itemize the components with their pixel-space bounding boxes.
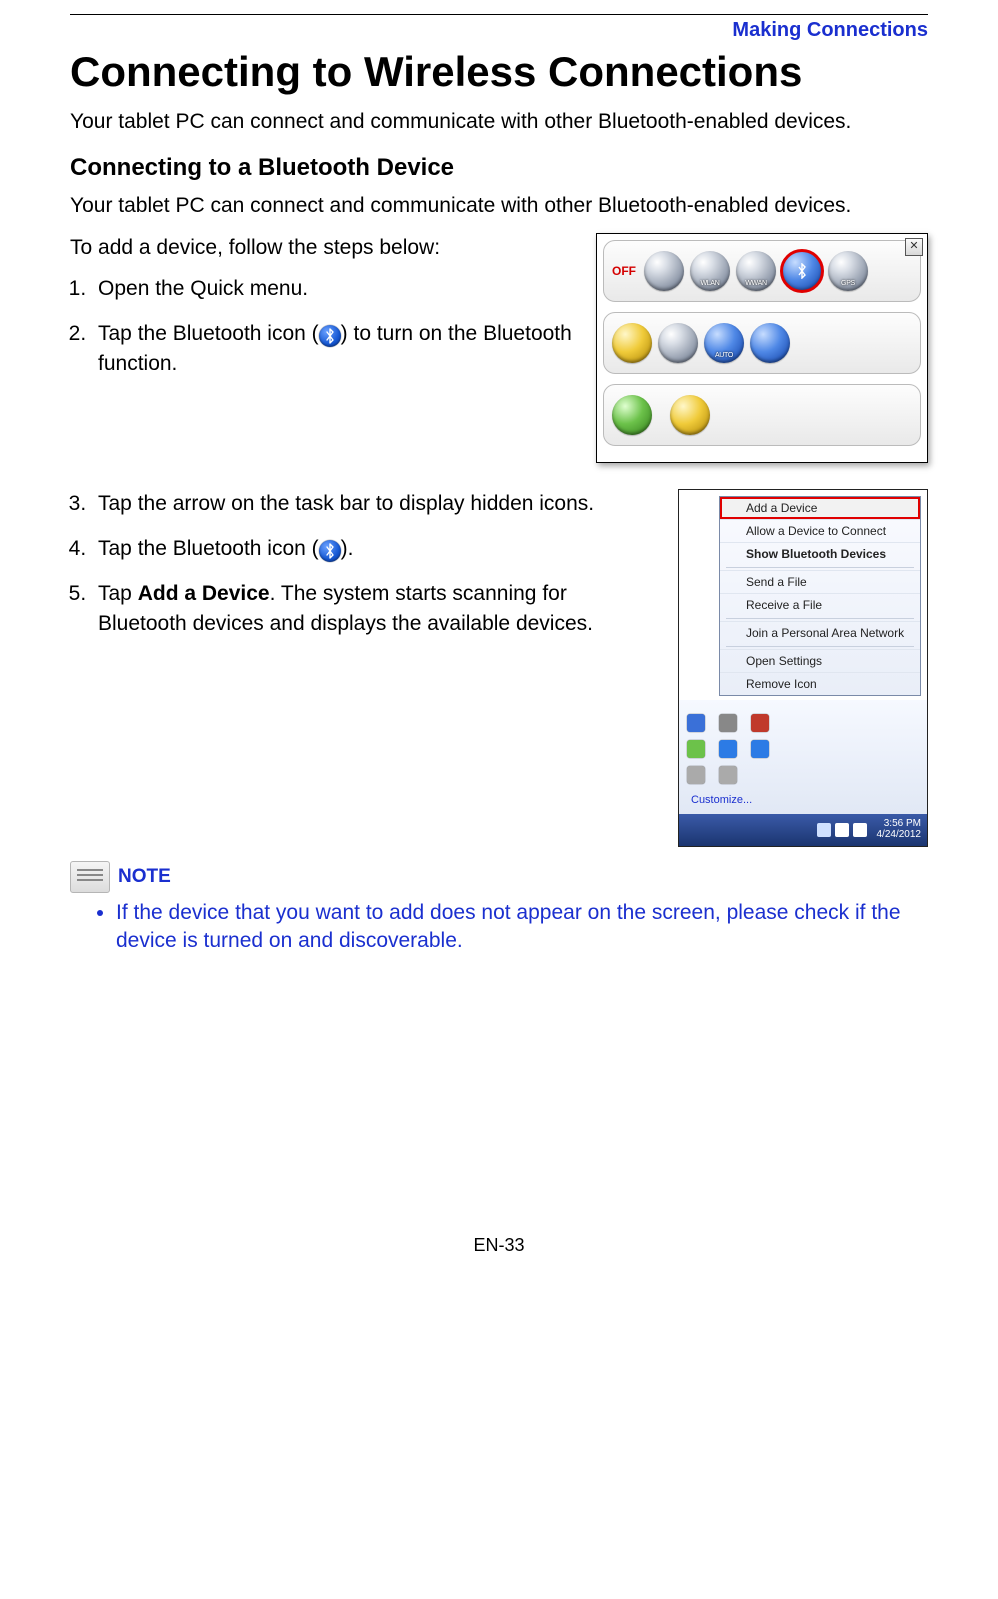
bluetooth-icon bbox=[319, 325, 341, 347]
subheading: Connecting to a Bluetooth Device bbox=[70, 154, 928, 182]
off-label: OFF bbox=[612, 264, 636, 278]
menu-add-device[interactable]: Add a Device bbox=[720, 497, 920, 519]
devices-icon[interactable] bbox=[658, 323, 698, 363]
step-2: Tap the Bluetooth icon () to turn on the… bbox=[92, 319, 578, 378]
bluetooth-toggle-icon[interactable] bbox=[782, 251, 822, 291]
section-label: Making Connections bbox=[70, 19, 928, 42]
taskbar-screenshot: Add a Device Allow a Device to Connect S… bbox=[678, 489, 928, 847]
flag-icon[interactable] bbox=[817, 823, 831, 837]
menu-open-settings[interactable]: Open Settings bbox=[720, 649, 920, 672]
bluetooth-icon bbox=[319, 540, 341, 562]
wwan-icon[interactable]: WWAN bbox=[736, 251, 776, 291]
customize-link[interactable]: Customize... bbox=[687, 788, 919, 808]
bluetooth-context-menu: Add a Device Allow a Device to Connect S… bbox=[719, 496, 921, 696]
close-icon[interactable]: ✕ bbox=[905, 238, 923, 256]
note-label: NOTE bbox=[118, 866, 171, 888]
menu-allow-connect[interactable]: Allow a Device to Connect bbox=[720, 519, 920, 542]
note-icon bbox=[70, 861, 110, 893]
note-item: If the device that you want to add does … bbox=[116, 899, 928, 956]
volume-icon[interactable] bbox=[853, 823, 867, 837]
menu-show-devices[interactable]: Show Bluetooth Devices bbox=[720, 542, 920, 565]
menu-send-file[interactable]: Send a File bbox=[720, 570, 920, 593]
page-number: EN-33 bbox=[70, 1235, 928, 1256]
tray-icon[interactable] bbox=[719, 714, 737, 732]
taskbar: 3:56 PM 4/24/2012 bbox=[679, 814, 927, 846]
brightness-icon[interactable] bbox=[612, 323, 652, 363]
quick-menu-screenshot: ✕ OFF WLAN WWAN GPS AUTO bbox=[596, 233, 928, 463]
tray-icon[interactable] bbox=[719, 766, 737, 784]
info-icon[interactable] bbox=[670, 395, 710, 435]
rotate-icon[interactable] bbox=[750, 323, 790, 363]
sub-intro-text: Your tablet PC can connect and communica… bbox=[70, 192, 928, 220]
gps-icon[interactable]: GPS bbox=[828, 251, 868, 291]
page-title: Connecting to Wireless Connections bbox=[70, 48, 928, 96]
clock[interactable]: 3:56 PM 4/24/2012 bbox=[871, 819, 922, 840]
step-3: Tap the arrow on the task bar to display… bbox=[92, 489, 660, 518]
menu-join-pan[interactable]: Join a Personal Area Network bbox=[720, 621, 920, 644]
steps-lead: To add a device, follow the steps below: bbox=[70, 233, 578, 262]
tray-icon[interactable] bbox=[751, 714, 769, 732]
network-icon[interactable] bbox=[835, 823, 849, 837]
step-5: Tap Add a Device. The system starts scan… bbox=[92, 579, 660, 638]
tray-icon[interactable] bbox=[687, 740, 705, 758]
airplane-icon[interactable] bbox=[644, 251, 684, 291]
step-1: Open the Quick menu. bbox=[92, 274, 578, 303]
menu-receive-file[interactable]: Receive a File bbox=[720, 593, 920, 616]
tray-icon[interactable] bbox=[687, 714, 705, 732]
auto-icon[interactable]: AUTO bbox=[704, 323, 744, 363]
step-4: Tap the Bluetooth icon (). bbox=[92, 534, 660, 563]
intro-text: Your tablet PC can connect and communica… bbox=[70, 108, 928, 136]
tools-icon[interactable] bbox=[612, 395, 652, 435]
tray-icon[interactable] bbox=[687, 766, 705, 784]
wlan-icon[interactable]: WLAN bbox=[690, 251, 730, 291]
tray-icon[interactable] bbox=[719, 740, 737, 758]
menu-remove-icon[interactable]: Remove Icon bbox=[720, 672, 920, 695]
tray-icon[interactable] bbox=[751, 740, 769, 758]
